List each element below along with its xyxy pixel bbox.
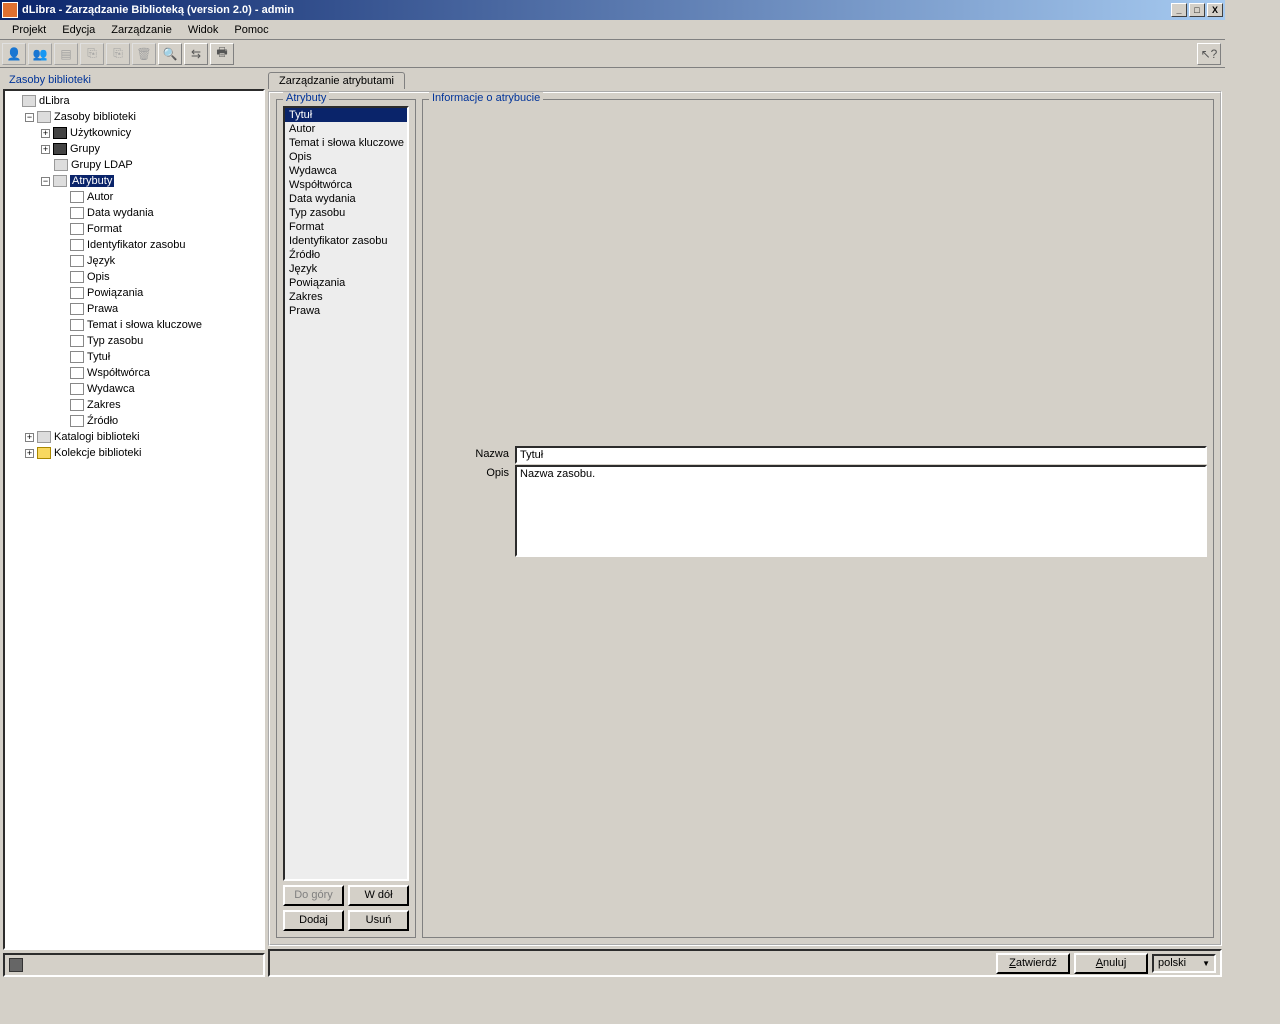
resource-tree[interactable]: dLibra −Zasoby biblioteki +Użytkownicy +…	[3, 89, 265, 950]
status-icon	[9, 958, 23, 972]
tree-attr-item[interactable]: Opis	[57, 269, 261, 285]
attr-list-item[interactable]: Format	[285, 220, 407, 234]
footer-bar: Zatwierdź Anuluj polski ▼	[268, 949, 1222, 977]
attr-list-item[interactable]: Temat i słowa kluczowe	[285, 136, 407, 150]
toolbar-btn-3[interactable]: ▤	[54, 43, 78, 65]
btn-delete[interactable]: Usuń	[348, 910, 409, 931]
btn-cancel-rest: nuluj	[1103, 957, 1126, 969]
attr-list-item[interactable]: Zakres	[285, 290, 407, 304]
menu-edycja[interactable]: Edycja	[54, 22, 103, 38]
tree-zasoby[interactable]: −Zasoby biblioteki +Użytkownicy +Grupy G…	[25, 109, 261, 429]
tree-attr-item[interactable]: Wydawca	[57, 381, 261, 397]
attr-list-item[interactable]: Prawa	[285, 304, 407, 318]
tree-uzytkownicy[interactable]: +Użytkownicy	[41, 125, 261, 141]
tree-root[interactable]: dLibra −Zasoby biblioteki +Użytkownicy +…	[9, 93, 261, 461]
tree-attr-item[interactable]: Format	[57, 221, 261, 237]
language-value: polski	[1158, 957, 1186, 969]
menu-widok[interactable]: Widok	[180, 22, 227, 38]
tree-attr-item[interactable]: Powiązania	[57, 285, 261, 301]
attr-list-item[interactable]: Źródło	[285, 248, 407, 262]
info-fieldset: Informacje o atrybucie Nazwa Opis	[422, 99, 1214, 938]
btn-confirm[interactable]: Zatwierdź	[996, 953, 1070, 974]
attributes-fieldset: Atrybuty TytułAutorTemat i słowa kluczow…	[276, 99, 416, 938]
tab-attr-mgmt[interactable]: Zarządzanie atrybutami	[268, 72, 405, 89]
attr-list-item[interactable]: Wydawca	[285, 164, 407, 178]
status-row	[3, 953, 265, 977]
menu-pomoc[interactable]: Pomoc	[226, 22, 276, 38]
btn-cancel[interactable]: Anuluj	[1074, 953, 1148, 974]
attr-list-item[interactable]: Język	[285, 262, 407, 276]
attr-list-item[interactable]: Tytuł	[285, 108, 407, 122]
attr-list-item[interactable]: Współtwórca	[285, 178, 407, 192]
tree-attr-item[interactable]: Data wydania	[57, 205, 261, 221]
btn-move-down[interactable]: W dół	[348, 885, 409, 906]
btn-move-up[interactable]: Do góry	[283, 885, 344, 906]
btn-confirm-rest: atwierdź	[1016, 957, 1057, 969]
menu-bar: Projekt Edycja Zarządzanie Widok Pomoc	[0, 20, 1225, 40]
maximize-button[interactable]: □	[1189, 3, 1205, 17]
label-desc: Opis	[429, 465, 515, 557]
close-button[interactable]: X	[1207, 3, 1223, 17]
info-legend: Informacje o atrybucie	[429, 92, 543, 104]
minimize-button[interactable]: _	[1171, 3, 1187, 17]
tree-attr-item[interactable]: Tytuł	[57, 349, 261, 365]
attributes-legend: Atrybuty	[283, 92, 329, 104]
attr-list-item[interactable]: Data wydania	[285, 192, 407, 206]
toolbar-btn-4[interactable]: ⎘	[80, 43, 104, 65]
tree-attr-item[interactable]: Typ zasobu	[57, 333, 261, 349]
left-panel-title: Zasoby biblioteki	[3, 71, 265, 89]
label-name: Nazwa	[429, 446, 515, 464]
tree-attr-item[interactable]: Źródło	[57, 413, 261, 429]
menu-zarzadzanie[interactable]: Zarządzanie	[103, 22, 180, 38]
attr-list-item[interactable]: Autor	[285, 122, 407, 136]
tree-attr-item[interactable]: Autor	[57, 189, 261, 205]
menu-projekt[interactable]: Projekt	[4, 22, 54, 38]
toolbar: 👤 👥 ▤ ⎘ ⎘ 🗑 🔍 ⇆ 🖶 ↖?	[0, 40, 1225, 68]
toolbar-btn-8[interactable]: ⇆	[184, 43, 208, 65]
toolbar-btn-6[interactable]: 🗑	[132, 43, 156, 65]
tree-attr-item[interactable]: Zakres	[57, 397, 261, 413]
window-titlebar: dLibra - Zarządzanie Biblioteką (version…	[0, 0, 1225, 20]
attr-list-item[interactable]: Opis	[285, 150, 407, 164]
btn-add[interactable]: Dodaj	[283, 910, 344, 931]
tree-katalogi[interactable]: +Katalogi biblioteki	[25, 429, 261, 445]
toolbar-btn-2[interactable]: 👥	[28, 43, 52, 65]
tree-attr-item[interactable]: Temat i słowa kluczowe	[57, 317, 261, 333]
toolbar-btn-1[interactable]: 👤	[2, 43, 26, 65]
app-icon	[2, 2, 18, 18]
tree-attr-item[interactable]: Współtwórca	[57, 365, 261, 381]
attr-list-item[interactable]: Identyfikator zasobu	[285, 234, 407, 248]
tree-attr-item[interactable]: Prawa	[57, 301, 261, 317]
tree-kolekcje[interactable]: +Kolekcje biblioteki	[25, 445, 261, 461]
tree-grupy-ldap[interactable]: Grupy LDAP	[41, 157, 261, 173]
tree-attr-item[interactable]: Język	[57, 253, 261, 269]
tree-grupy[interactable]: +Grupy	[41, 141, 261, 157]
dropdown-arrow-icon: ▼	[1202, 959, 1210, 968]
attr-list-item[interactable]: Powiązania	[285, 276, 407, 290]
tree-atrybuty[interactable]: −Atrybuty AutorData wydaniaFormatIdentyf…	[41, 173, 261, 429]
input-name[interactable]	[515, 446, 1207, 464]
toolbar-btn-5[interactable]: ⎘	[106, 43, 130, 65]
window-title: dLibra - Zarządzanie Biblioteką (version…	[22, 4, 294, 16]
attr-list-item[interactable]: Typ zasobu	[285, 206, 407, 220]
attributes-list[interactable]: TytułAutorTemat i słowa kluczoweOpisWyda…	[283, 106, 409, 881]
textarea-desc[interactable]	[515, 465, 1207, 557]
toolbar-search[interactable]: 🔍	[158, 43, 182, 65]
tree-attr-item[interactable]: Identyfikator zasobu	[57, 237, 261, 253]
tab-row: Zarządzanie atrybutami	[268, 71, 1222, 91]
toolbar-help-icon[interactable]: ↖?	[1197, 43, 1221, 65]
toolbar-print[interactable]: 🖶	[210, 43, 234, 65]
language-select[interactable]: polski ▼	[1152, 954, 1216, 973]
